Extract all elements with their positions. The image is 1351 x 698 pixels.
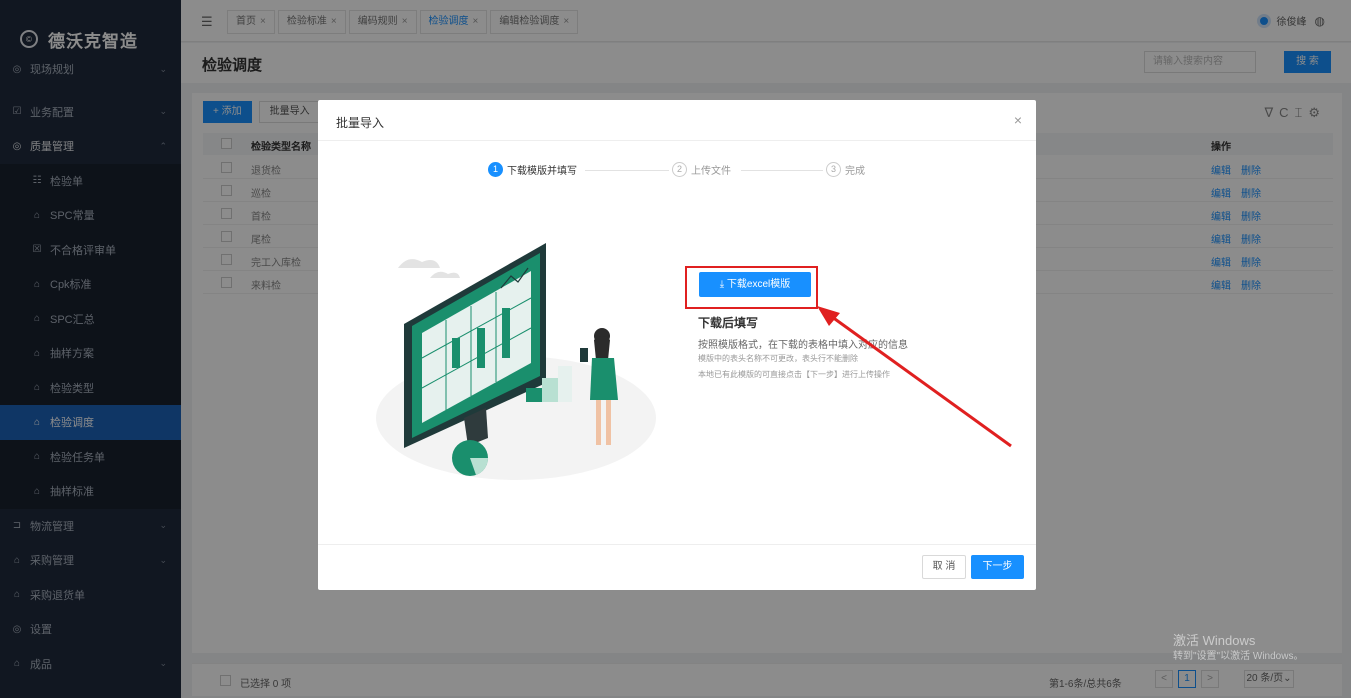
info-title: 下载后填写	[698, 316, 759, 330]
divider	[318, 140, 1036, 141]
step-connector	[741, 170, 823, 171]
spreadsheet-illustration	[376, 243, 656, 480]
divider	[318, 544, 1036, 545]
watermark-line: 转到"设置"以激活 Windows。	[1173, 651, 1304, 662]
step-number: 2	[672, 162, 687, 177]
dialog-title: 批量导入	[336, 116, 385, 130]
cancel-button[interactable]: 取 消	[922, 555, 966, 579]
batch-import-dialog: 批量导入 × 1 下载模版并填写 2 上传文件 3 完成 ⤓ 下载excel模版…	[318, 100, 1036, 590]
step-number: 1	[488, 162, 503, 177]
download-template-button[interactable]: ⤓ 下载excel模版	[699, 272, 811, 297]
next-step-button[interactable]: 下一步	[971, 555, 1024, 579]
step-label: 上传文件	[691, 166, 731, 177]
step-label: 下载模版并填写	[507, 166, 577, 177]
step-label: 完成	[845, 166, 865, 177]
info-text: 模版中的表头名称不可更改，表头行不能删除	[698, 354, 858, 363]
close-icon[interactable]: ×	[1014, 112, 1022, 128]
step-number: 3	[826, 162, 841, 177]
step-indicator: 1 下载模版并填写 2 上传文件 3 完成	[488, 162, 878, 182]
info-text: 本地已有此模版的可直接点击【下一步】进行上传操作	[698, 370, 890, 379]
step-connector	[585, 170, 669, 171]
watermark-line: 激活 Windows	[1173, 633, 1256, 648]
windows-watermark: 激活 Windows 转到"设置"以激活 Windows。	[1173, 633, 1303, 665]
step-3: 3 完成	[826, 162, 865, 177]
step-2: 2 上传文件	[672, 162, 731, 177]
info-text: 按照模版格式，在下载的表格中填入对应的信息	[698, 340, 908, 351]
step-1: 1 下载模版并填写	[488, 162, 577, 177]
